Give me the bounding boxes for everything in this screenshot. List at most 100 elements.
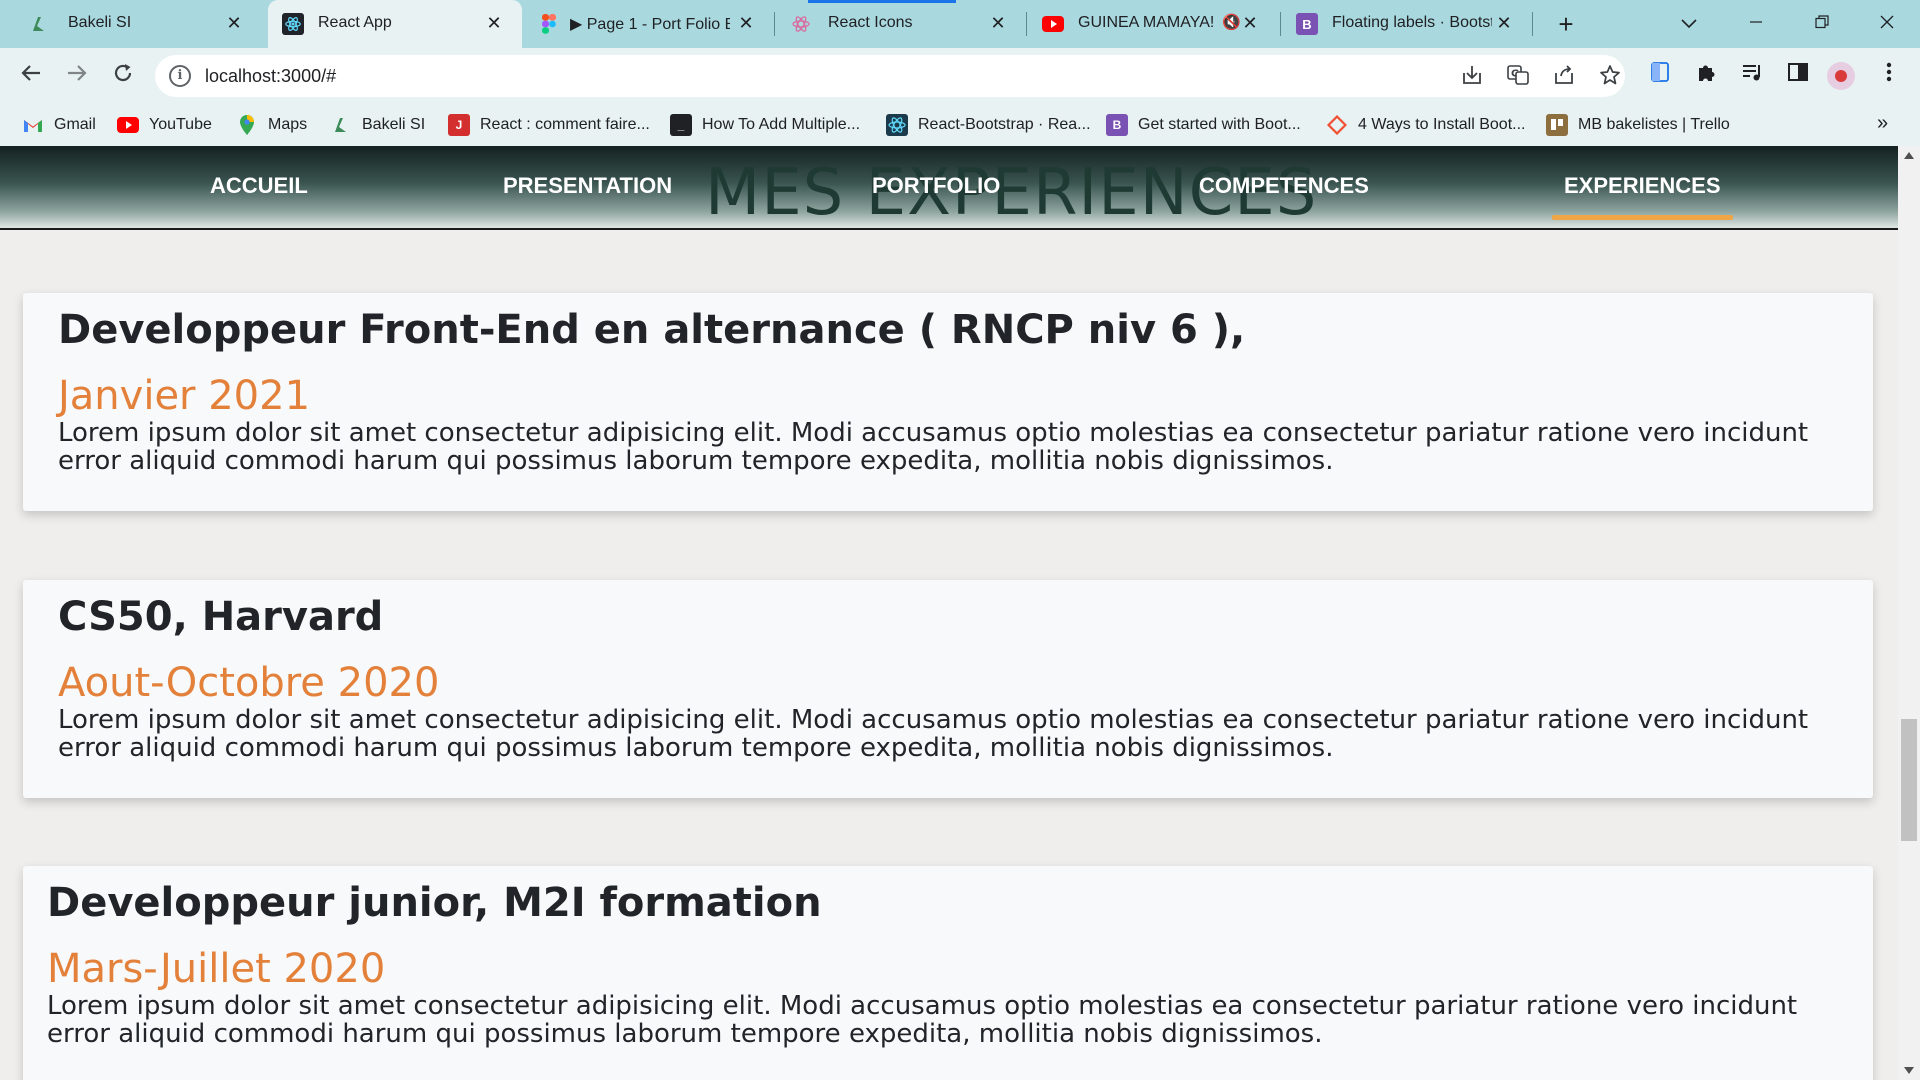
url-text[interactable]: localhost:3000/# (205, 66, 336, 87)
tab-react-icons[interactable]: React Icons ✕ (776, 0, 1026, 48)
bakeli-icon (330, 114, 352, 136)
bookmark-maps[interactable]: Maps (236, 114, 307, 136)
experience-card: CS50, Harvard Aout-Octobre 2020 Lorem ip… (23, 580, 1873, 798)
media-controls-icon[interactable] (1737, 61, 1767, 91)
react-bootstrap-icon (886, 114, 908, 136)
forward-arrow-icon[interactable] (60, 60, 94, 94)
bakeli-logo-icon (28, 13, 50, 35)
speaker-muted-icon[interactable]: 🔇 (1222, 13, 1241, 31)
bookmark-how-to-add[interactable]: _ How To Add Multiple... (670, 114, 860, 136)
translate-icon[interactable]: G (1505, 64, 1531, 90)
bookmark-label: Maps (268, 116, 308, 133)
install-app-icon[interactable] (1459, 64, 1485, 90)
close-tab-icon[interactable]: ✕ (484, 12, 504, 34)
react-logo-icon (282, 13, 304, 35)
nav-link-experiences[interactable]: EXPERIENCES (1552, 173, 1732, 220)
close-tab-icon[interactable]: ✕ (1240, 12, 1260, 34)
side-panel-icon[interactable] (1783, 61, 1813, 91)
nav-link-presentation[interactable]: PRESENTATION (503, 173, 672, 199)
address-bar[interactable]: i localhost:3000/# G (155, 55, 1625, 97)
gmail-icon (22, 114, 44, 136)
close-tab-icon[interactable]: ✕ (988, 12, 1008, 34)
experience-card: Developpeur Front-End en alternance ( RN… (23, 293, 1873, 511)
back-arrow-icon[interactable] (14, 60, 48, 94)
tab-strip: Bakeli SI ✕ React App ✕ ▶ Page 1 - Port … (0, 0, 1920, 48)
experience-description: Lorem ipsum dolor sit amet consectetur a… (58, 705, 1809, 763)
bookmark-trello[interactable]: MB bakelistes | Trello (1546, 114, 1730, 136)
bootstrap-logo-icon: B (1296, 13, 1318, 35)
profile-avatar[interactable] (1827, 62, 1855, 90)
bookmark-label: Get started with Boot... (1138, 116, 1301, 133)
page-scrollbar[interactable] (1898, 146, 1920, 1080)
more-menu-icon[interactable] (1874, 61, 1904, 91)
minimize-window-icon[interactable] (1733, 6, 1779, 40)
scroll-down-arrow-icon[interactable] (1904, 1067, 1914, 1074)
bookmark-label: YouTube (149, 116, 212, 133)
bookmark-label: How To Add Multiple... (702, 116, 861, 133)
maps-icon (236, 114, 258, 136)
close-tab-icon[interactable]: ✕ (224, 12, 244, 34)
bookmark-label: React : comment faire... (480, 116, 650, 133)
tab-figma-portfolio[interactable]: ▶ Page 1 - Port Folio B ✕ (524, 0, 774, 48)
extensions-puzzle-icon[interactable] (1691, 61, 1721, 91)
tab-separator (1532, 12, 1533, 36)
dark-site-icon: _ (670, 114, 692, 136)
reading-mode-icon[interactable] (1645, 61, 1675, 91)
tab-youtube-guinea[interactable]: GUINEA MAMAYA! 🔇 ✕ (1028, 0, 1278, 48)
react-icons-logo-icon (790, 13, 812, 35)
bookmark-react-bootstrap[interactable]: React-Bootstrap · Rea... (886, 114, 1091, 136)
experience-title: Developpeur junior, M2I formation (47, 880, 822, 926)
page-viewport: MES EXPERIENCES ACCUEIL PRESENTATION POR… (0, 146, 1920, 1080)
tab-separator (1280, 12, 1281, 36)
nav-link-portfolio[interactable]: PORTFOLIO (872, 173, 1000, 199)
nav-link-accueil[interactable]: ACCUEIL (210, 173, 308, 199)
experience-title: CS50, Harvard (58, 594, 384, 640)
bookmark-label: MB bakelistes | Trello (1578, 116, 1730, 133)
tab-title: React Icons (828, 14, 913, 31)
close-tab-icon[interactable]: ✕ (736, 12, 756, 34)
experience-card: Developpeur junior, M2I formation Mars-J… (23, 866, 1873, 1080)
reload-icon[interactable] (106, 60, 140, 94)
bookmark-label: 4 Ways to Install Boot... (1358, 116, 1526, 133)
bookmark-get-started-bootstrap[interactable]: B Get started with Boot... (1106, 114, 1301, 136)
experience-description: Lorem ipsum dolor sit amet consectetur a… (58, 418, 1809, 476)
bookmarks-overflow-button[interactable]: » (1877, 112, 1888, 135)
bookmark-bakeli-si[interactable]: Bakeli SI (330, 114, 425, 136)
scroll-up-arrow-icon[interactable] (1904, 152, 1914, 159)
bootstrap-icon: B (1106, 114, 1128, 136)
site-info-icon[interactable]: i (169, 65, 191, 87)
tab-floating-labels[interactable]: B Floating labels · Bootst ✕ (1282, 0, 1532, 48)
restore-window-icon[interactable] (1799, 6, 1845, 40)
tab-separator (774, 12, 775, 36)
experience-description: Lorem ipsum dolor sit amet consectetur a… (47, 991, 1798, 1049)
figma-logo-icon (538, 13, 560, 35)
new-tab-button[interactable]: + (1550, 8, 1582, 40)
experience-date: Janvier 2021 (58, 373, 311, 419)
tab-title: Floating labels · Bootst (1332, 14, 1492, 31)
tab-title: ▶ Page 1 - Port Folio B (570, 16, 730, 33)
tab-title: React App (318, 14, 392, 31)
close-window-icon[interactable] (1864, 6, 1910, 40)
share-icon[interactable] (1551, 64, 1577, 90)
git-icon (1326, 114, 1348, 136)
bookmark-star-icon[interactable] (1597, 64, 1623, 90)
bookmark-react-comment[interactable]: J React : comment faire... (448, 114, 650, 136)
bookmark-label: React-Bootstrap · Rea... (918, 116, 1091, 133)
tab-search-chevron-icon[interactable] (1666, 6, 1712, 40)
tab-separator (1026, 12, 1027, 36)
tab-react-app[interactable]: React App ✕ (268, 0, 522, 48)
jetbrains-icon: J (448, 114, 470, 136)
nav-link-competences[interactable]: COMPETENCES (1199, 173, 1369, 199)
bookmark-gmail[interactable]: Gmail (22, 114, 96, 136)
bookmark-youtube[interactable]: YouTube (117, 114, 212, 136)
bookmark-label: Bakeli SI (362, 116, 426, 133)
youtube-logo-icon (1042, 13, 1064, 35)
tab-bakeli-si[interactable]: Bakeli SI ✕ (0, 0, 262, 48)
scrollbar-thumb[interactable] (1901, 719, 1917, 841)
bookmark-label: Gmail (54, 116, 96, 133)
bookmark-4-ways-install[interactable]: 4 Ways to Install Boot... (1326, 114, 1525, 136)
trello-icon (1546, 114, 1568, 136)
experience-date: Mars-Juillet 2020 (47, 946, 386, 992)
experience-date: Aout-Octobre 2020 (58, 660, 440, 706)
close-tab-icon[interactable]: ✕ (1494, 12, 1514, 34)
